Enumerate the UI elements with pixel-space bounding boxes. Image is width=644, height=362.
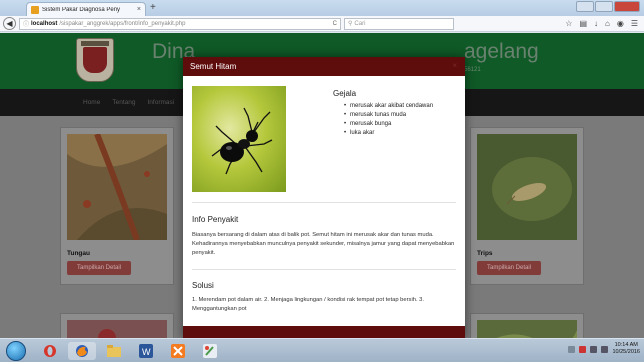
browser-navbar: ◀ ⓘ localhost /sispakar_anggrek/apps/fro… bbox=[0, 16, 644, 32]
minimize-button[interactable] bbox=[576, 1, 594, 12]
menu-home[interactable]: Home bbox=[83, 99, 100, 106]
gejala-title: Gejala bbox=[333, 89, 357, 98]
svg-text:W: W bbox=[142, 347, 151, 357]
disease-card-tungau: Tungau Tampilkan Detail bbox=[60, 127, 174, 285]
url-path: /sispakar_anggrek/apps/front/info_penyak… bbox=[59, 20, 186, 27]
bookmark-star-icon[interactable]: ☆ bbox=[565, 19, 572, 28]
modal-title: Semut Hitam bbox=[190, 62, 237, 71]
gejala-item: merusak bunga bbox=[344, 120, 433, 129]
tungau-image bbox=[67, 134, 167, 240]
download-icon[interactable]: ↓ bbox=[594, 19, 598, 28]
pocket-icon[interactable]: ◉ bbox=[617, 19, 624, 28]
file-explorer-icon[interactable] bbox=[100, 342, 128, 360]
taskbar: W 10:14 AM 10/25/2016 bbox=[0, 338, 644, 362]
trips-image bbox=[477, 134, 577, 240]
address-bar[interactable]: ⓘ localhost /sispakar_anggrek/apps/front… bbox=[19, 17, 341, 30]
tab-title: Sistem Pakar Diagnosa Peny bbox=[42, 6, 121, 13]
card-name: Trips bbox=[477, 250, 493, 257]
info-icon: ⓘ bbox=[23, 22, 30, 28]
disease-card bbox=[60, 313, 174, 338]
site-subtitle: 56121 bbox=[464, 67, 481, 73]
disease-detail-modal: Semut Hitam × Gejala merusak akar akib bbox=[183, 57, 465, 339]
menu-icon[interactable]: ☰ bbox=[631, 19, 638, 28]
menu-informasi[interactable]: Informasi bbox=[147, 99, 174, 106]
clock-date: 10/25/2016 bbox=[612, 349, 640, 355]
back-button[interactable]: ◀ bbox=[3, 17, 16, 30]
site-title-right: agelang bbox=[464, 40, 539, 63]
opera-icon[interactable] bbox=[36, 342, 64, 360]
disease-image bbox=[477, 320, 577, 338]
search-input[interactable]: ⚲ Cari bbox=[344, 17, 454, 30]
system-tray: 10:14 AM 10/25/2016 bbox=[568, 342, 640, 356]
firefox-icon[interactable] bbox=[68, 342, 96, 360]
bookmarks-list-icon[interactable]: ▤ bbox=[579, 19, 587, 28]
browser-toolbar: ☆ ▤ ↓ ⌂ ◉ ☰ bbox=[565, 19, 641, 28]
reload-icon[interactable]: C bbox=[333, 21, 337, 27]
tray-flag-icon[interactable] bbox=[579, 345, 587, 353]
xampp-icon[interactable] bbox=[164, 342, 192, 360]
info-penyakit-title: Info Penyakit bbox=[192, 215, 239, 224]
gejala-item: merusak tunas muda bbox=[344, 111, 433, 120]
gejala-list: merusak akar akibat cendawan merusak tun… bbox=[344, 102, 433, 138]
start-button[interactable] bbox=[6, 341, 26, 361]
clock[interactable]: 10:14 AM 10/25/2016 bbox=[612, 342, 640, 356]
divider bbox=[192, 202, 456, 203]
url-host: localhost bbox=[31, 20, 58, 27]
clock-time: 10:14 AM bbox=[614, 342, 638, 348]
home-icon[interactable]: ⌂ bbox=[605, 19, 610, 28]
solusi-title: Solusi bbox=[192, 281, 214, 290]
favicon-icon bbox=[31, 5, 39, 14]
new-tab-button[interactable]: + bbox=[150, 2, 156, 14]
search-placeholder: Cari bbox=[354, 20, 366, 27]
semut-hitam-image bbox=[192, 86, 286, 192]
show-detail-button[interactable]: Tampilkan Detail bbox=[67, 261, 131, 275]
browser-titlebar: Sistem Pakar Diagnosa Peny × + bbox=[0, 0, 644, 16]
show-detail-button[interactable]: Tampilkan Detail bbox=[477, 261, 541, 275]
disease-card bbox=[470, 313, 584, 338]
network-icon[interactable] bbox=[590, 345, 598, 353]
paint-icon[interactable] bbox=[196, 342, 224, 360]
card-name: Tungau bbox=[67, 250, 90, 257]
gejala-item: luka akar bbox=[344, 129, 433, 138]
modal-close-icon[interactable]: × bbox=[452, 61, 457, 70]
tab-close-icon[interactable]: × bbox=[137, 6, 141, 13]
divider bbox=[192, 269, 456, 270]
menu-tentang[interactable]: Tentang bbox=[112, 99, 135, 106]
modal-header: Semut Hitam × bbox=[183, 57, 465, 76]
window-controls bbox=[576, 1, 640, 12]
tray-arrow-icon[interactable] bbox=[568, 345, 576, 353]
gejala-item: merusak akar akibat cendawan bbox=[344, 102, 433, 111]
window-close-button[interactable] bbox=[614, 1, 640, 12]
volume-icon[interactable] bbox=[601, 345, 609, 353]
city-crest-logo bbox=[76, 38, 114, 82]
word-icon[interactable]: W bbox=[132, 342, 160, 360]
search-icon: ⚲ bbox=[348, 21, 353, 27]
disease-card-trips: Trips Tampilkan Detail bbox=[470, 127, 584, 285]
maximize-button[interactable] bbox=[595, 1, 613, 12]
info-penyakit-text: Biasanya bersarang di dalam atas di bali… bbox=[192, 232, 455, 256]
disease-image bbox=[67, 320, 167, 338]
browser-tab[interactable]: Sistem Pakar Diagnosa Peny × bbox=[26, 2, 146, 16]
solusi-text: 1. Merendam pot dalam air. 2. Menjaga li… bbox=[192, 297, 425, 312]
ant-icon bbox=[211, 107, 273, 175]
